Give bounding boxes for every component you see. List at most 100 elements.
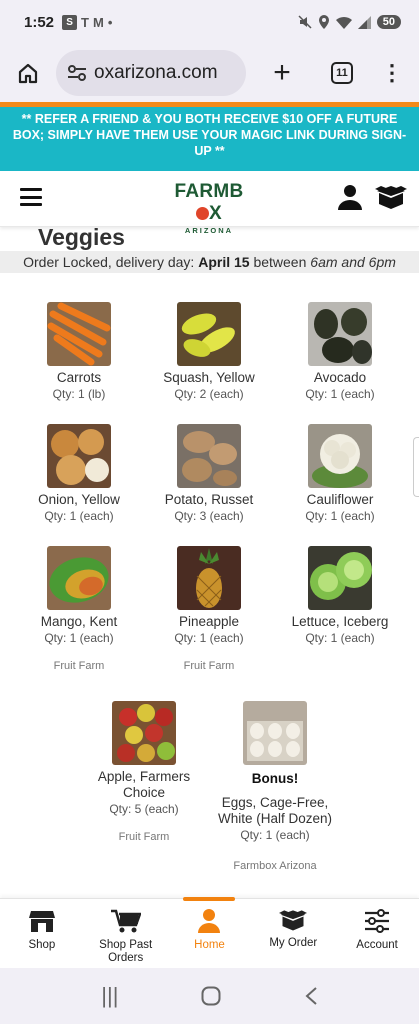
delivery-day: April 15	[198, 254, 250, 270]
battery-icon: 50	[376, 15, 401, 29]
product-card[interactable]: Mango, Kent Qty: 1 (each) Fruit Farm	[11, 546, 147, 672]
active-indicator	[183, 897, 236, 901]
home-circle-icon[interactable]	[201, 986, 221, 1006]
delivery-window: 6am and 6pm	[310, 254, 396, 270]
product-name: Carrots	[56, 370, 102, 385]
product-name: Avocado	[313, 370, 367, 385]
farm-name: Fruit Farm	[53, 660, 105, 672]
product-qty: Qty: 1 (each)	[305, 631, 375, 645]
product-qty: Qty: 1 (each)	[44, 509, 114, 523]
product-qty: Qty: 1 (each)	[240, 828, 310, 842]
shop-icon	[28, 911, 55, 932]
mango-image	[47, 546, 111, 610]
product-qty: Qty: 5 (each)	[109, 802, 179, 816]
product-name: Eggs, Cage-Free, White (Half Dozen)	[217, 795, 333, 826]
box-icon	[279, 910, 308, 931]
nav-label: Account	[356, 939, 398, 951]
product-name: Pineapple	[178, 614, 240, 629]
new-tab-icon: +	[273, 56, 291, 89]
user-icon[interactable]	[338, 184, 362, 210]
android-nav-bar: |||	[0, 968, 419, 1024]
nav-account[interactable]: Account	[335, 899, 419, 968]
nav-label: My Order	[269, 937, 318, 949]
product-name: Lettuce, Iceberg	[291, 614, 389, 629]
home-button[interactable]	[0, 62, 56, 84]
logo-text-right: X	[209, 203, 222, 224]
nav-my-order[interactable]: My Order	[251, 899, 335, 968]
promo-banner[interactable]: ** REFER A FRIEND & YOU BOTH RECEIVE $10…	[0, 107, 419, 171]
dot-icon: •	[107, 14, 113, 30]
signal-icon	[357, 15, 371, 29]
potato-image	[177, 424, 241, 488]
farm-name: Farmbox Arizona	[233, 860, 317, 872]
recents-icon[interactable]: |||	[101, 983, 118, 1009]
product-card[interactable]: Onion, Yellow Qty: 1 (each)	[11, 424, 147, 523]
product-name: Apple, Farmers Choice	[97, 769, 191, 800]
site-settings-icon[interactable]	[66, 62, 88, 84]
product-qty: Qty: 1 (each)	[305, 509, 375, 523]
product-qty: Qty: 1 (each)	[174, 631, 244, 645]
sliders-icon	[365, 909, 390, 933]
box-icon[interactable]	[375, 185, 407, 209]
nav-shop-past-orders[interactable]: Shop Past Orders	[84, 899, 168, 968]
product-card[interactable]: Avocado Qty: 1 (each)	[272, 302, 408, 401]
bottom-nav: Shop Shop Past Orders Home My Order Acco…	[0, 897, 419, 968]
product-qty: Qty: 3 (each)	[174, 509, 244, 523]
nav-shop[interactable]: Shop	[0, 899, 84, 968]
nav-label: Shop Past Orders	[99, 939, 153, 964]
pineapple-image	[177, 546, 241, 610]
s-app-icon: S	[62, 14, 78, 30]
hamburger-menu-icon[interactable]	[20, 188, 42, 206]
nav-home[interactable]: Home	[168, 897, 252, 968]
more-menu-button[interactable]: ⋮	[372, 60, 412, 86]
product-card[interactable]: Squash, Yellow Qty: 2 (each)	[141, 302, 277, 401]
avocado-image	[308, 302, 372, 366]
order-locked-banner: Order Locked, delivery day: April 15 bet…	[0, 251, 419, 273]
home-icon	[18, 63, 38, 84]
tabs-icon: 11	[331, 62, 353, 84]
product-card[interactable]: Apple, Farmers Choice Qty: 5 (each) Frui…	[76, 701, 212, 843]
url-bar[interactable]: oxarizona.com	[56, 50, 246, 96]
status-time: 1:52	[24, 13, 55, 31]
wifi-icon	[335, 16, 352, 29]
product-name: Squash, Yellow	[163, 370, 255, 385]
farm-name: Fruit Farm	[118, 831, 170, 843]
product-name: Mango, Kent	[40, 614, 118, 629]
section-title: Veggies	[38, 224, 125, 250]
product-card[interactable]: Cauliflower Qty: 1 (each)	[272, 424, 408, 523]
logo-text-left: FARMB	[174, 181, 244, 202]
product-card[interactable]: Bonus! Eggs, Cage-Free, White (Half Doze…	[207, 701, 343, 872]
home-person-icon	[198, 909, 221, 933]
new-tab-button[interactable]: +	[262, 58, 302, 88]
url-text: oxarizona.com	[94, 62, 218, 83]
product-qty: Qty: 1 (lb)	[52, 387, 106, 401]
gmail-icon: M	[92, 14, 104, 30]
scroll-indicator[interactable]	[413, 437, 419, 497]
onion-image	[47, 424, 111, 488]
product-card[interactable]: Potato, Russet Qty: 3 (each)	[141, 424, 277, 523]
site-header: FARMBX ARIZONA	[0, 171, 419, 235]
farmbox-logo[interactable]: FARMBX ARIZONA	[168, 181, 250, 235]
product-card[interactable]: Carrots Qty: 1 (lb)	[11, 302, 147, 401]
cauliflower-image	[308, 424, 372, 488]
t-app-icon: T	[81, 14, 89, 30]
tabs-button[interactable]: 11	[312, 62, 372, 84]
product-qty: Qty: 1 (each)	[44, 631, 114, 645]
product-qty: Qty: 1 (each)	[305, 387, 375, 401]
browser-toolbar: oxarizona.com + 11 ⋮	[0, 44, 419, 102]
carrots-image	[47, 302, 111, 366]
locked-prefix: Order Locked, delivery day:	[23, 254, 195, 270]
bonus-label: Bonus!	[251, 771, 299, 786]
product-qty: Qty: 2 (each)	[174, 387, 244, 401]
cart-icon	[110, 909, 141, 933]
lettuce-image	[308, 546, 372, 610]
product-name: Cauliflower	[306, 492, 374, 507]
back-icon[interactable]	[304, 986, 318, 1006]
apple-image	[112, 701, 176, 765]
product-card[interactable]: Lettuce, Iceberg Qty: 1 (each)	[272, 546, 408, 645]
product-card[interactable]: Pineapple Qty: 1 (each) Fruit Farm	[141, 546, 277, 672]
notification-icons: S T M •	[62, 14, 113, 30]
nav-label: Home	[194, 939, 225, 951]
between-text: between	[253, 254, 307, 270]
squash-image	[177, 302, 241, 366]
